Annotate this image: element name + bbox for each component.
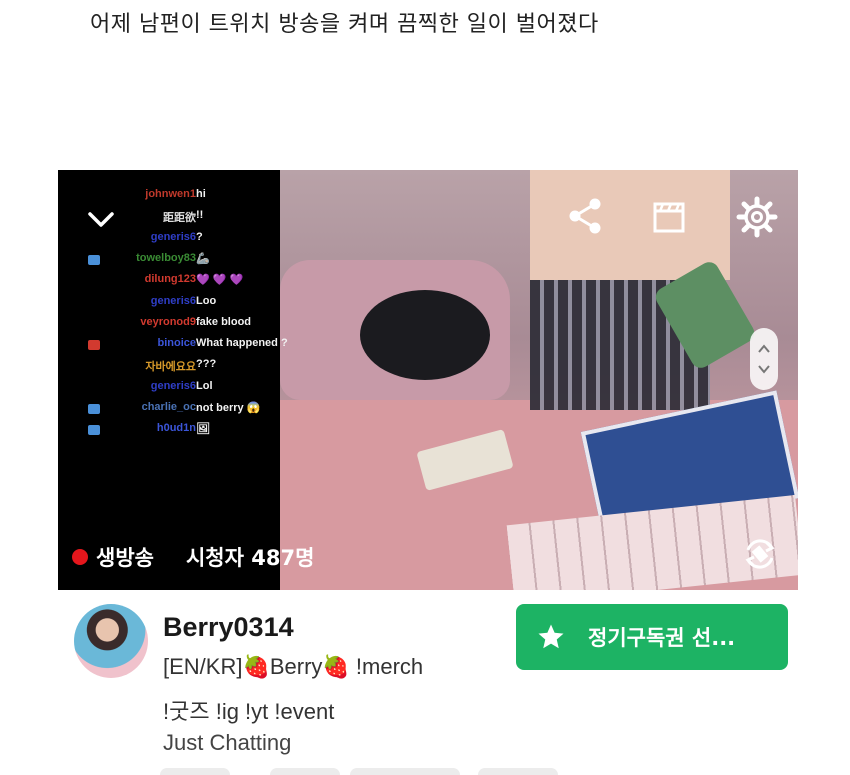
chat-text: Loo	[196, 294, 217, 307]
streamer-name[interactable]: Berry0314	[163, 612, 294, 643]
stream-title-line2: !굿즈 !ig !yt !event	[163, 699, 335, 724]
chat-message: towelboy83 🦾	[58, 252, 318, 272]
chat-username[interactable]: charlie_oc	[142, 401, 196, 413]
chat-text: Lol	[196, 379, 213, 392]
rotate-icon[interactable]	[738, 532, 782, 576]
headline: 어제 남편이 트위치 방송을 켜며 끔찍한 일이 벌어졌다	[90, 12, 599, 37]
chat-message: johnwen1 hi	[58, 188, 318, 208]
share-icon[interactable]	[564, 194, 608, 238]
subscribe-label: 정기구독권 선...	[588, 626, 736, 650]
chat-badge-icon	[88, 404, 100, 414]
chat-badge-icon	[88, 340, 100, 351]
chat-text: 💜 💜 💜	[196, 274, 244, 287]
live-status: 생방송 시청자 487명	[72, 542, 314, 572]
chat-username[interactable]: towelboy83	[136, 252, 196, 264]
channel-info: Berry0314 [EN/KR]🍓Berry🍓 !merch !굿즈 !ig …	[74, 602, 794, 772]
chat-username[interactable]: dilung123	[145, 273, 196, 285]
chat-badge-icon	[88, 254, 100, 265]
chat-message: charlie_oc not berry 😱	[58, 401, 318, 421]
chat-text: !!	[196, 209, 204, 222]
viewer-count: 시청자 487명	[185, 546, 315, 570]
gear-icon[interactable]	[734, 194, 780, 240]
chat-emote: 🖼	[196, 423, 210, 436]
live-dot-icon	[72, 549, 88, 565]
chat-message: generis6?	[58, 231, 318, 251]
chat-text: not berry 😱	[196, 402, 261, 414]
stream-category[interactable]: Just Chatting	[163, 730, 291, 756]
chat-text: fake blood	[196, 315, 252, 328]
video-frame[interactable]	[280, 170, 798, 590]
tag-pill[interactable]	[270, 768, 340, 775]
chat-message: generis6 Lol	[58, 380, 318, 400]
chat-badge-icon	[88, 425, 100, 436]
scroll-toggle[interactable]	[750, 328, 778, 390]
chevron-down-icon[interactable]	[86, 208, 116, 232]
clip-icon[interactable]	[648, 196, 690, 238]
subscribe-button[interactable]: 정기구독권 선...	[516, 604, 788, 670]
chat-message: veyronod9 fake blood	[58, 316, 318, 336]
chat-username[interactable]: generis6	[151, 380, 196, 392]
chat-username[interactable]: generis6	[151, 231, 196, 243]
chat-text: ?	[196, 230, 203, 243]
chat-username[interactable]: veyronod9	[140, 316, 196, 328]
tag-pill[interactable]	[478, 768, 558, 775]
chat-message: 자바에요요???	[58, 358, 318, 378]
stream-title-line1: [EN/KR]🍓Berry🍓 !merch	[163, 654, 424, 679]
chat-username[interactable]: h0ud1n	[157, 422, 196, 434]
chat-emote: 🦾	[196, 252, 210, 265]
chat-message: dilung123 💜 💜 💜	[58, 273, 318, 293]
video-scene-cushion	[360, 290, 490, 380]
chat-message: binoice What happened ?	[58, 337, 318, 357]
chat-text: ???	[196, 358, 217, 371]
chat-username[interactable]: generis6	[151, 295, 196, 307]
chat-username[interactable]: johnwen1	[145, 188, 196, 200]
chat-text: hi	[196, 188, 206, 200]
star-icon	[538, 624, 564, 649]
chat-message: generis6 Loo	[58, 295, 318, 315]
video-player[interactable]: johnwen1 hi 距距欲!! generis6? towelboy83 🦾 dilun…	[58, 170, 798, 590]
chat-username[interactable]: binoice	[157, 337, 196, 349]
avatar[interactable]	[74, 604, 148, 678]
chat-username[interactable]: 자바에요요	[145, 358, 196, 374]
live-label: 생방송	[96, 546, 154, 570]
tag-pill[interactable]	[160, 768, 230, 775]
chat-message: h0ud1n 🖼	[58, 422, 318, 442]
tag-pill[interactable]	[350, 768, 460, 775]
scroll-arrows-icon	[758, 344, 770, 374]
chat-username[interactable]: 距距欲	[163, 209, 196, 225]
chat-text: What happened ?	[196, 337, 288, 350]
video-scene-person	[530, 170, 730, 280]
